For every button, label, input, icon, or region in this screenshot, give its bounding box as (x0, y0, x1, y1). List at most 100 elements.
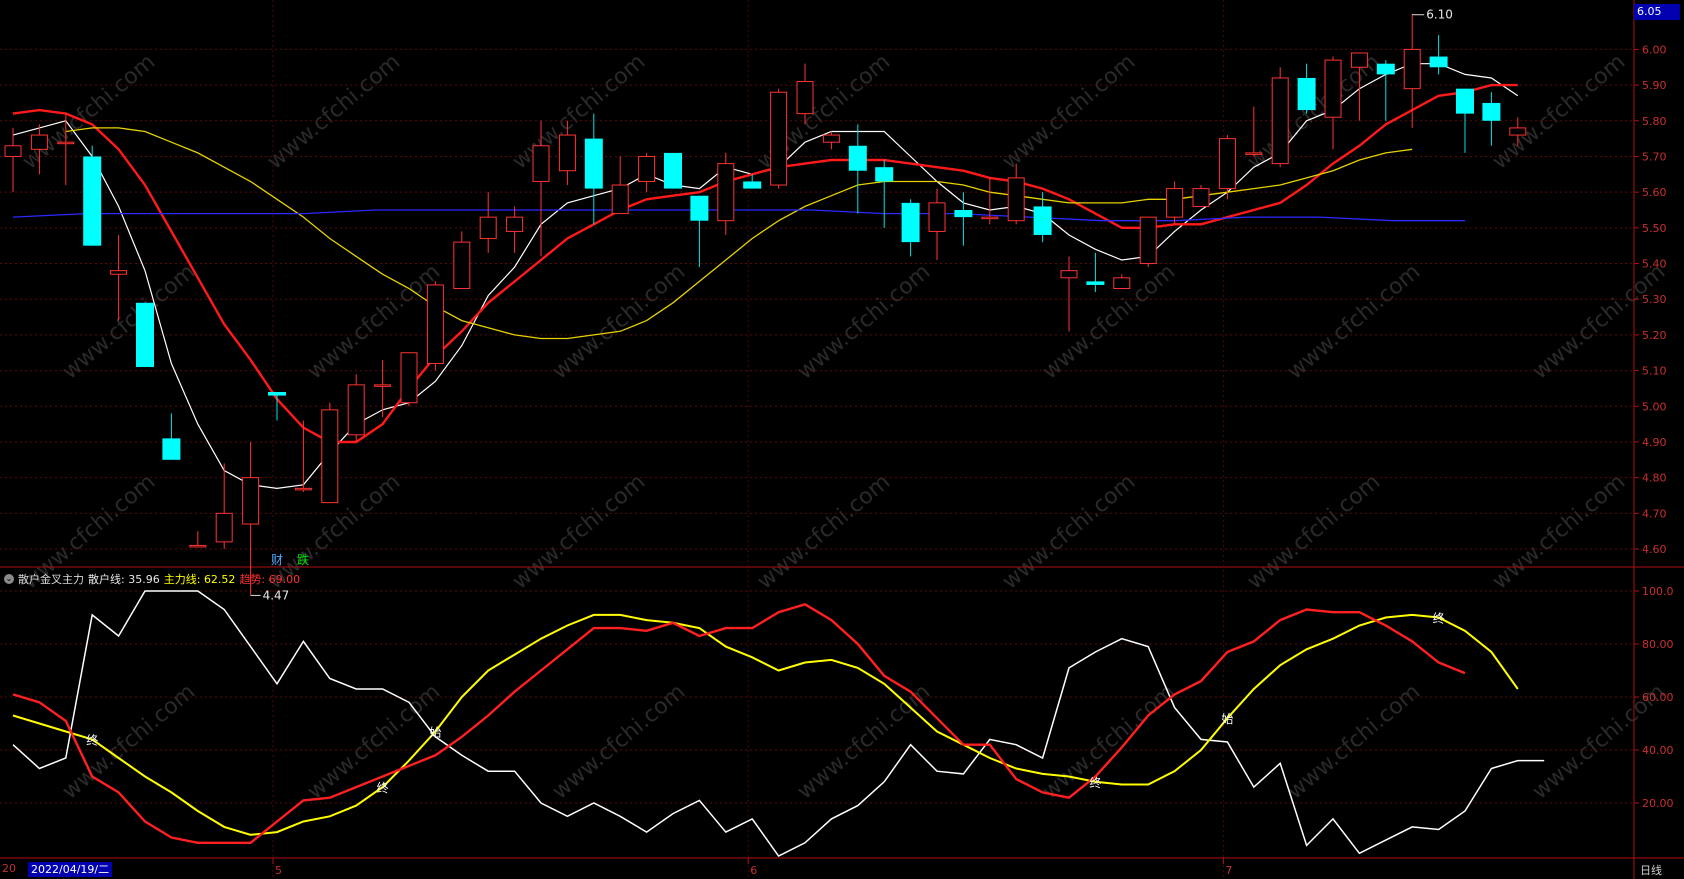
candle-down (1086, 281, 1105, 285)
candle-up (506, 216, 524, 232)
chevron-down-icon[interactable]: ⌄ (4, 573, 14, 584)
candle-up (822, 134, 840, 143)
candle-down (136, 302, 154, 368)
watermark-text: www.cfchi.com (793, 679, 935, 804)
indicator-name[interactable]: 散户金叉主力 (18, 571, 84, 587)
main-line-value: 62.52 (203, 572, 236, 586)
watermark-text: www.cfchi.com (1488, 469, 1630, 594)
candle-down (162, 438, 181, 460)
price-tick-label: 5.10 (1642, 365, 1667, 378)
candle-up (479, 216, 497, 240)
indicator-tick-label: 100.0 (1642, 585, 1674, 598)
watermark-text: www.cfchi.com (303, 679, 445, 804)
timeframe-label[interactable]: 日线 (1640, 862, 1662, 878)
indicator-header: ⌄ 散户金叉主力 散户线: 35.96 主力线: 62.52 趋势: 69.00 (4, 570, 300, 587)
candle-down (1482, 102, 1501, 121)
price-tick-label: 5.50 (1642, 222, 1667, 235)
candle-down (848, 145, 867, 171)
watermark-text: www.cfchi.com (793, 259, 935, 384)
watermark-text: www.cfchi.com (303, 259, 445, 384)
watermark-text: www.cfchi.com (753, 469, 895, 594)
candle-up (321, 409, 339, 504)
price-tick-label: 5.70 (1642, 150, 1667, 163)
left-year-fragment: 20 (2, 862, 16, 875)
indicator-main-readout: 主力线: 62.52 (164, 571, 236, 587)
signal-mark: 终 (1433, 611, 1445, 626)
candle-down (901, 202, 920, 243)
watermark-text: www.cfchi.com (998, 49, 1140, 174)
candle-up (426, 284, 444, 364)
candle-up (189, 544, 207, 548)
candle-up (57, 141, 75, 145)
low-price-label: 4.47 (263, 588, 290, 602)
high-price-label: 6.10 (1426, 8, 1453, 22)
candle-up (294, 487, 312, 491)
candle-down (268, 392, 286, 396)
event-tag: 财 (271, 553, 283, 567)
candle-up (1166, 188, 1184, 218)
watermark-text: www.cfchi.com (1488, 49, 1630, 174)
current-price-badge: 6.05 (1634, 4, 1680, 20)
candle-up (347, 384, 365, 436)
candle-up (110, 270, 128, 275)
selected-date-badge[interactable]: 2022/04/19/二 (28, 862, 113, 877)
indicator-trend-readout: 趋势: 69.00 (239, 571, 300, 587)
candle-up (928, 202, 946, 232)
candle-up (1192, 188, 1210, 207)
candle-up (374, 384, 392, 387)
price-tick-label: 5.40 (1642, 258, 1667, 271)
watermark-text: www.cfchi.com (998, 469, 1140, 594)
candle-up (1509, 127, 1527, 136)
trend-line-label: 趋势: (239, 572, 266, 586)
watermark-text: www.cfchi.com (1283, 679, 1425, 804)
signal-mark: 始 (1221, 712, 1233, 726)
price-tick-label: 5.90 (1642, 79, 1667, 92)
main-line-label: 主力线: (163, 572, 201, 586)
watermark-text: www.cfchi.com (1243, 49, 1385, 174)
candle-down (1456, 88, 1474, 114)
candle-up (532, 145, 550, 182)
signal-mark: 终 (1089, 775, 1101, 790)
candle-down (1429, 56, 1448, 68)
price-tick-label: 4.70 (1642, 507, 1667, 520)
month-label: 7 (1225, 864, 1232, 877)
retail-line (12, 590, 1545, 857)
candle-up (770, 91, 788, 186)
watermark-text: www.cfchi.com (58, 259, 200, 384)
candle-down (1376, 63, 1395, 75)
signal-mark: 终 (377, 780, 389, 795)
candle-up (1060, 270, 1078, 279)
watermark-text: www.cfchi.com (1243, 469, 1385, 594)
indicator-retail-readout: 散户线: 35.96 (88, 571, 160, 587)
watermark-text: www.cfchi.com (508, 49, 650, 174)
candle-up (453, 241, 471, 290)
retail-line-label: 散户线: (88, 572, 125, 586)
indicator-tick-label: 40.00 (1642, 744, 1674, 757)
price-tick-label: 4.90 (1642, 436, 1667, 449)
candle-up (717, 163, 735, 222)
month-label: 5 (275, 864, 282, 877)
signal-mark: 终 (86, 732, 98, 747)
candle-up (981, 216, 999, 220)
candle-down (584, 138, 603, 189)
indicator-tick-label: 20.00 (1642, 797, 1674, 810)
watermark-text: www.cfchi.com (263, 49, 405, 174)
price-tick-label: 5.30 (1642, 293, 1667, 306)
month-label: 6 (750, 864, 757, 877)
candle-up (1113, 277, 1131, 290)
candle-up (1007, 177, 1025, 222)
candle-up (1218, 138, 1236, 190)
candle-up (1139, 216, 1157, 265)
candle-down (690, 195, 709, 221)
candle-down (875, 167, 894, 182)
trend-line (12, 602, 1466, 844)
stock-chart[interactable]: www.cfchi.com www.cfchi.com www.cfchi.com w… (0, 0, 1684, 879)
price-tick-label: 5.80 (1642, 115, 1667, 128)
price-tick-label: 4.60 (1642, 543, 1667, 556)
price-tick-label: 5.20 (1642, 329, 1667, 342)
watermark-text: www.cfchi.com (1283, 259, 1425, 384)
candle-down (1297, 77, 1316, 111)
watermark-text: www.cfchi.com (548, 259, 690, 384)
candle-up (611, 184, 629, 215)
price-tick-label: 5.60 (1642, 186, 1667, 199)
